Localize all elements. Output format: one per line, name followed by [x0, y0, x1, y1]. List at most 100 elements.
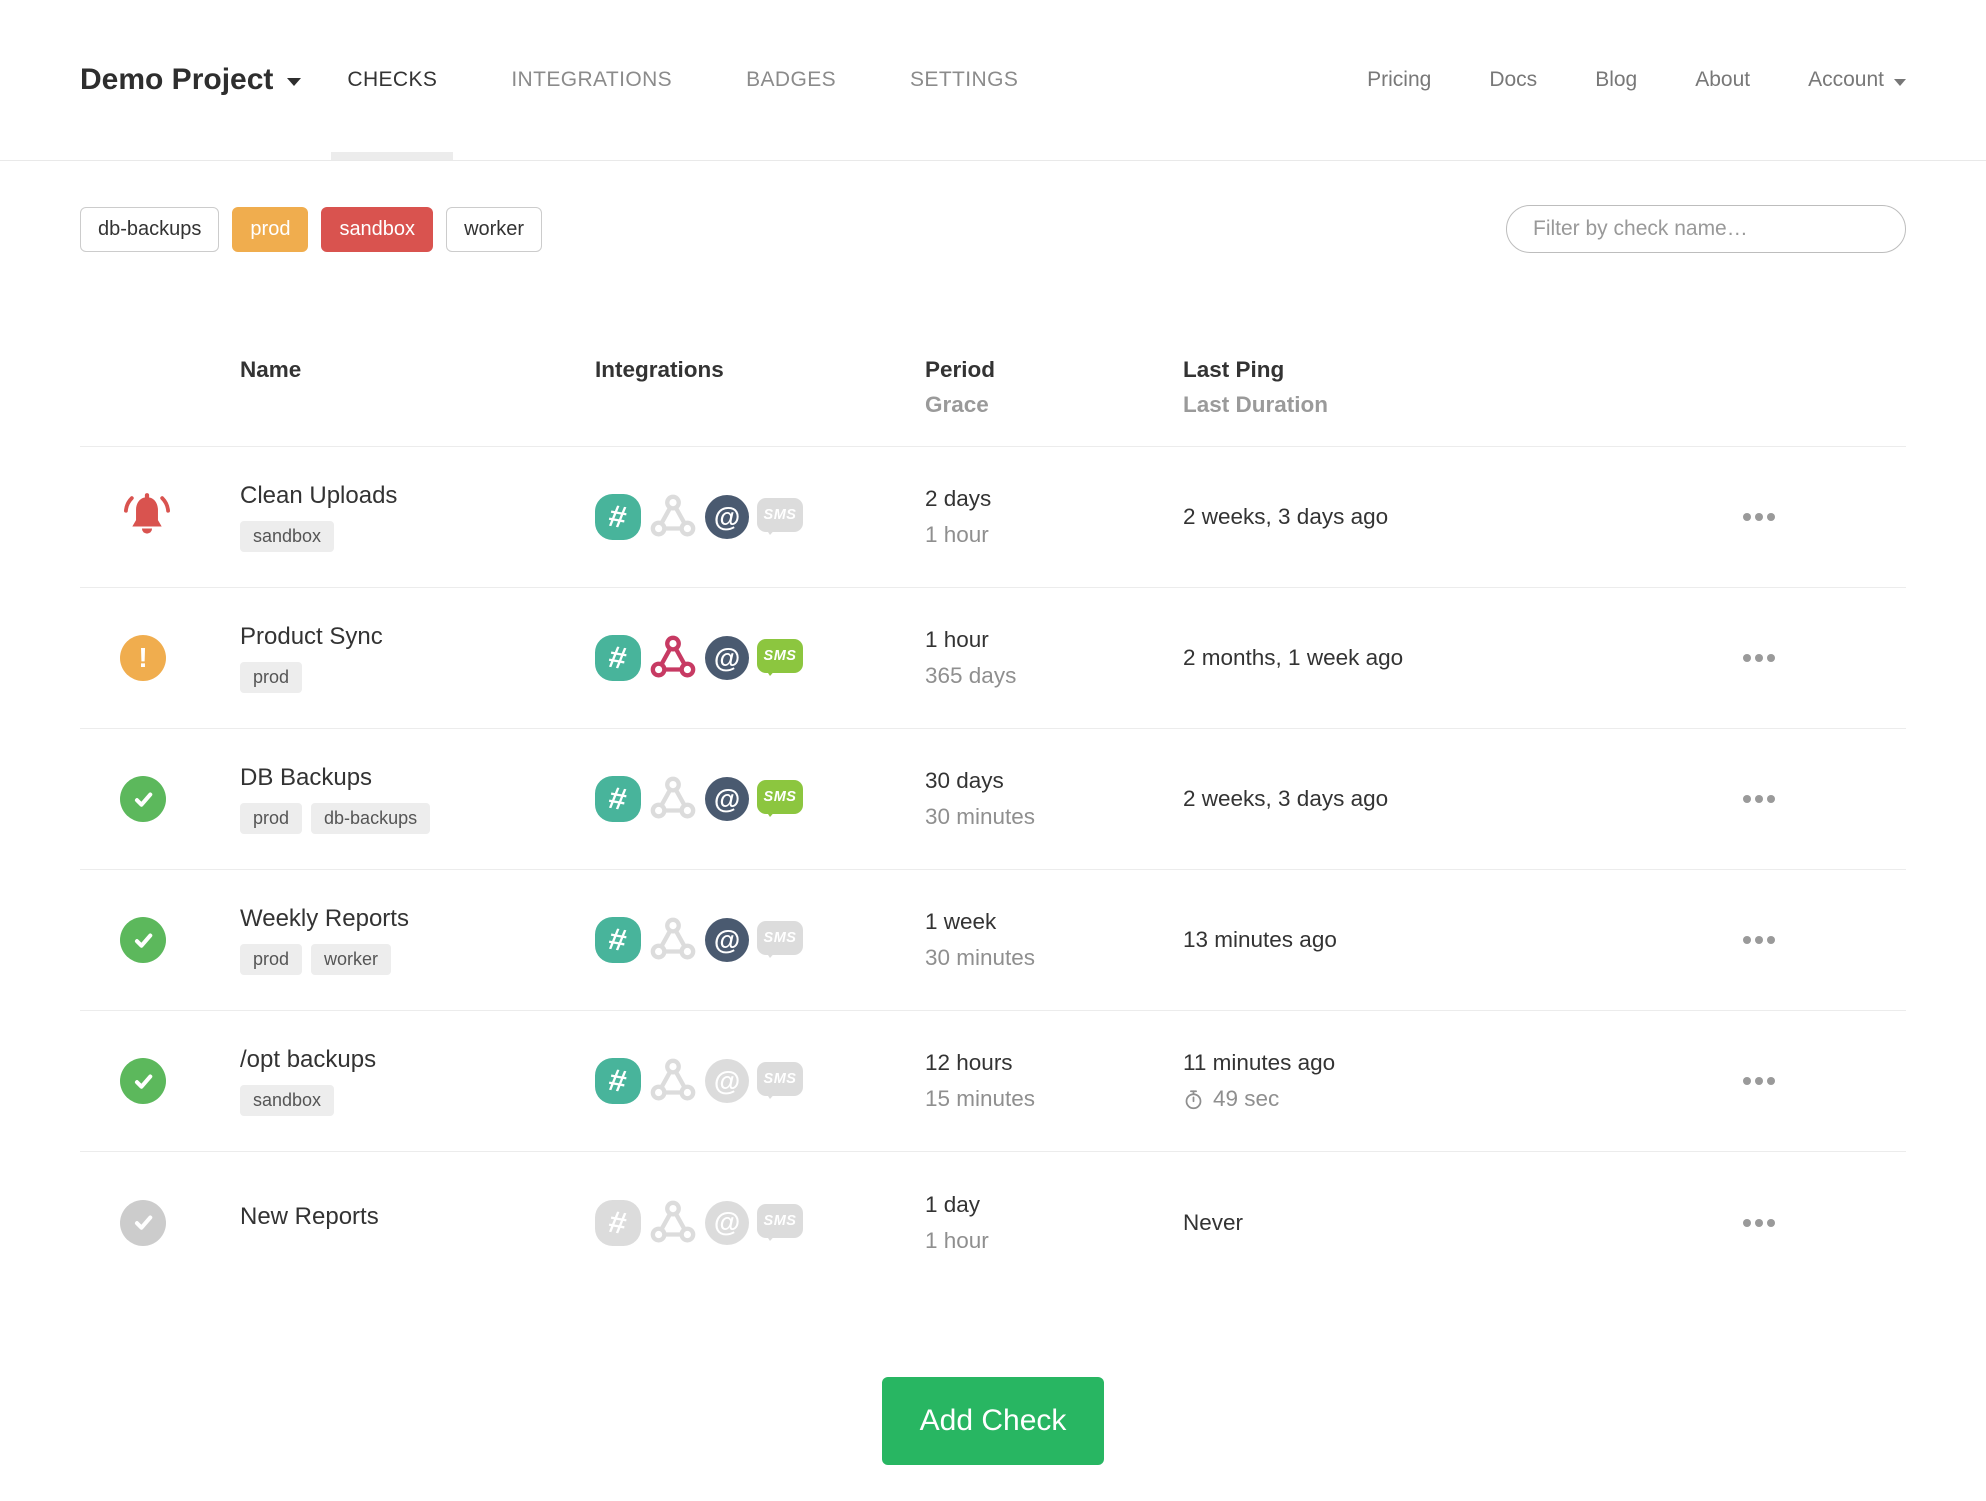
email-icon: @ [705, 1200, 749, 1245]
last-ping-value: 2 weeks, 3 days ago [1183, 786, 1389, 811]
integrations-cell: # @ SMS [595, 1057, 925, 1105]
last-duration: 49 sec [1183, 1086, 1715, 1112]
tag-filter-worker[interactable]: worker [446, 206, 543, 252]
check-name-link[interactable]: DB Backups [240, 764, 372, 792]
filter-bar: db-backups prod sandbox worker [0, 205, 1986, 253]
menu-cell [1715, 646, 1906, 670]
chevron-down-icon [287, 78, 302, 86]
ellipsis-icon [1743, 1218, 1751, 1227]
slack-icon: # [595, 917, 641, 963]
status-cell: ! [80, 635, 240, 681]
webhook-icon [649, 1199, 697, 1247]
nav-link-blog[interactable]: Blog [1595, 68, 1637, 92]
table-row: ! Product Sync prod # @ SMS 1 hour 365 d… [80, 588, 1906, 729]
account-menu[interactable]: Account [1808, 68, 1906, 92]
table-header: Name Integrations Period Grace Last Ping… [80, 357, 1906, 447]
check-tags: sandbox [240, 521, 595, 552]
grace-value: 30 minutes [925, 945, 1036, 970]
status-new-check-icon [120, 1199, 166, 1246]
menu-cell [1715, 1211, 1906, 1235]
project-name: Demo Project [80, 63, 274, 96]
period-value: 1 hour [925, 627, 989, 652]
last-ping-cell: 2 weeks, 3 days ago [1183, 504, 1715, 530]
column-integrations: Integrations [595, 357, 724, 382]
tag-filter-prod[interactable]: prod [232, 206, 309, 252]
name-cell: Product Sync prod [240, 623, 595, 693]
check-name-link[interactable]: Weekly Reports [240, 905, 409, 933]
nav-tab-label: SETTINGS [910, 68, 1019, 91]
check-tag-chip: prod [240, 662, 303, 693]
check-tags: prod db-backups [240, 803, 595, 834]
slack-icon: # [595, 1058, 641, 1104]
row-overflow-menu-button[interactable] [1739, 928, 1779, 952]
integrations-cell: # @ SMS [595, 775, 925, 823]
sms-icon: SMS [757, 639, 803, 676]
add-check-section: Add Check [0, 1377, 1986, 1501]
last-ping-cell: 13 minutes ago [1183, 927, 1715, 953]
last-ping-value: 13 minutes ago [1183, 927, 1337, 952]
period-cell: 2 days 1 hour [925, 486, 1183, 548]
tab-settings[interactable]: SETTINGS [910, 0, 1018, 160]
chevron-down-icon [1894, 78, 1906, 86]
tab-integrations[interactable]: INTEGRATIONS [511, 0, 672, 160]
last-ping-value: 11 minutes ago [1183, 1050, 1336, 1075]
period-value: 2 days [925, 486, 992, 511]
nav-tab-label: INTEGRATIONS [511, 68, 673, 91]
check-name-link[interactable]: New Reports [240, 1203, 379, 1231]
table-row: New Reports # @ SMS 1 day 1 hour Never [80, 1152, 1906, 1293]
name-cell: Clean Uploads sandbox [240, 482, 595, 552]
tag-filter-group: db-backups prod sandbox worker [80, 206, 543, 252]
sms-icon: SMS [757, 1062, 803, 1099]
check-name-filter-input[interactable] [1506, 205, 1906, 253]
status-cell [80, 488, 240, 547]
nav-tab-label: BADGES [746, 68, 837, 91]
check-tag-chip: sandbox [240, 1085, 335, 1116]
check-name-link[interactable]: Clean Uploads [240, 482, 397, 510]
row-overflow-menu-button[interactable] [1739, 646, 1779, 670]
period-cell: 1 hour 365 days [925, 627, 1183, 689]
row-overflow-menu-button[interactable] [1739, 1069, 1779, 1093]
table-body: Clean Uploads sandbox # @ SMS 2 days 1 h… [80, 447, 1906, 1293]
add-check-button[interactable]: Add Check [881, 1377, 1105, 1465]
tab-badges[interactable]: BADGES [746, 0, 836, 160]
tag-filter-db-backups[interactable]: db-backups [80, 206, 220, 252]
period-value: 1 day [925, 1191, 981, 1217]
nav-link-about[interactable]: About [1695, 68, 1750, 92]
status-up-check-icon [120, 917, 166, 963]
grace-value: 1 hour [925, 1227, 989, 1253]
ellipsis-icon [1743, 936, 1751, 944]
check-tag-chip: worker [311, 944, 392, 975]
webhook-icon [649, 634, 697, 682]
project-switcher[interactable]: Demo Project [80, 63, 302, 97]
search-box [1506, 205, 1906, 253]
sms-icon: SMS [757, 780, 803, 817]
column-name: Name [240, 357, 302, 382]
tab-checks[interactable]: CHECKS [331, 0, 454, 160]
table-row: Weekly Reports prod worker # @ SMS 1 week… [80, 870, 1906, 1011]
menu-cell [1715, 928, 1906, 952]
check-tags: prod [240, 662, 595, 693]
email-icon: @ [705, 777, 749, 821]
status-alert-bell-icon [120, 492, 174, 546]
last-ping-value: Never [1183, 1209, 1244, 1235]
tag-filter-sandbox[interactable]: sandbox [321, 206, 434, 252]
integrations-cell: # @ SMS [595, 634, 925, 682]
nav-link-docs[interactable]: Docs [1489, 68, 1537, 92]
nav-link-pricing[interactable]: Pricing [1367, 68, 1431, 92]
row-overflow-menu-button[interactable] [1739, 787, 1779, 811]
row-overflow-menu-button[interactable] [1739, 1211, 1779, 1235]
email-icon: @ [705, 495, 749, 539]
period-value: 1 week [925, 909, 997, 934]
check-name-link[interactable]: /opt backups [240, 1046, 376, 1074]
status-cell [80, 1058, 240, 1104]
check-name-link[interactable]: Product Sync [240, 623, 383, 651]
row-overflow-menu-button[interactable] [1739, 505, 1779, 529]
grace-value: 1 hour [925, 522, 989, 547]
sms-icon: SMS [757, 921, 803, 958]
menu-cell [1715, 787, 1906, 811]
last-ping-value: 2 months, 1 week ago [1183, 645, 1404, 670]
integrations-cell: # @ SMS [595, 916, 925, 964]
period-cell: 1 week 30 minutes [925, 909, 1183, 971]
column-lastping-duration: Last Ping Last Duration [1183, 357, 1329, 417]
webhook-icon [649, 916, 697, 964]
